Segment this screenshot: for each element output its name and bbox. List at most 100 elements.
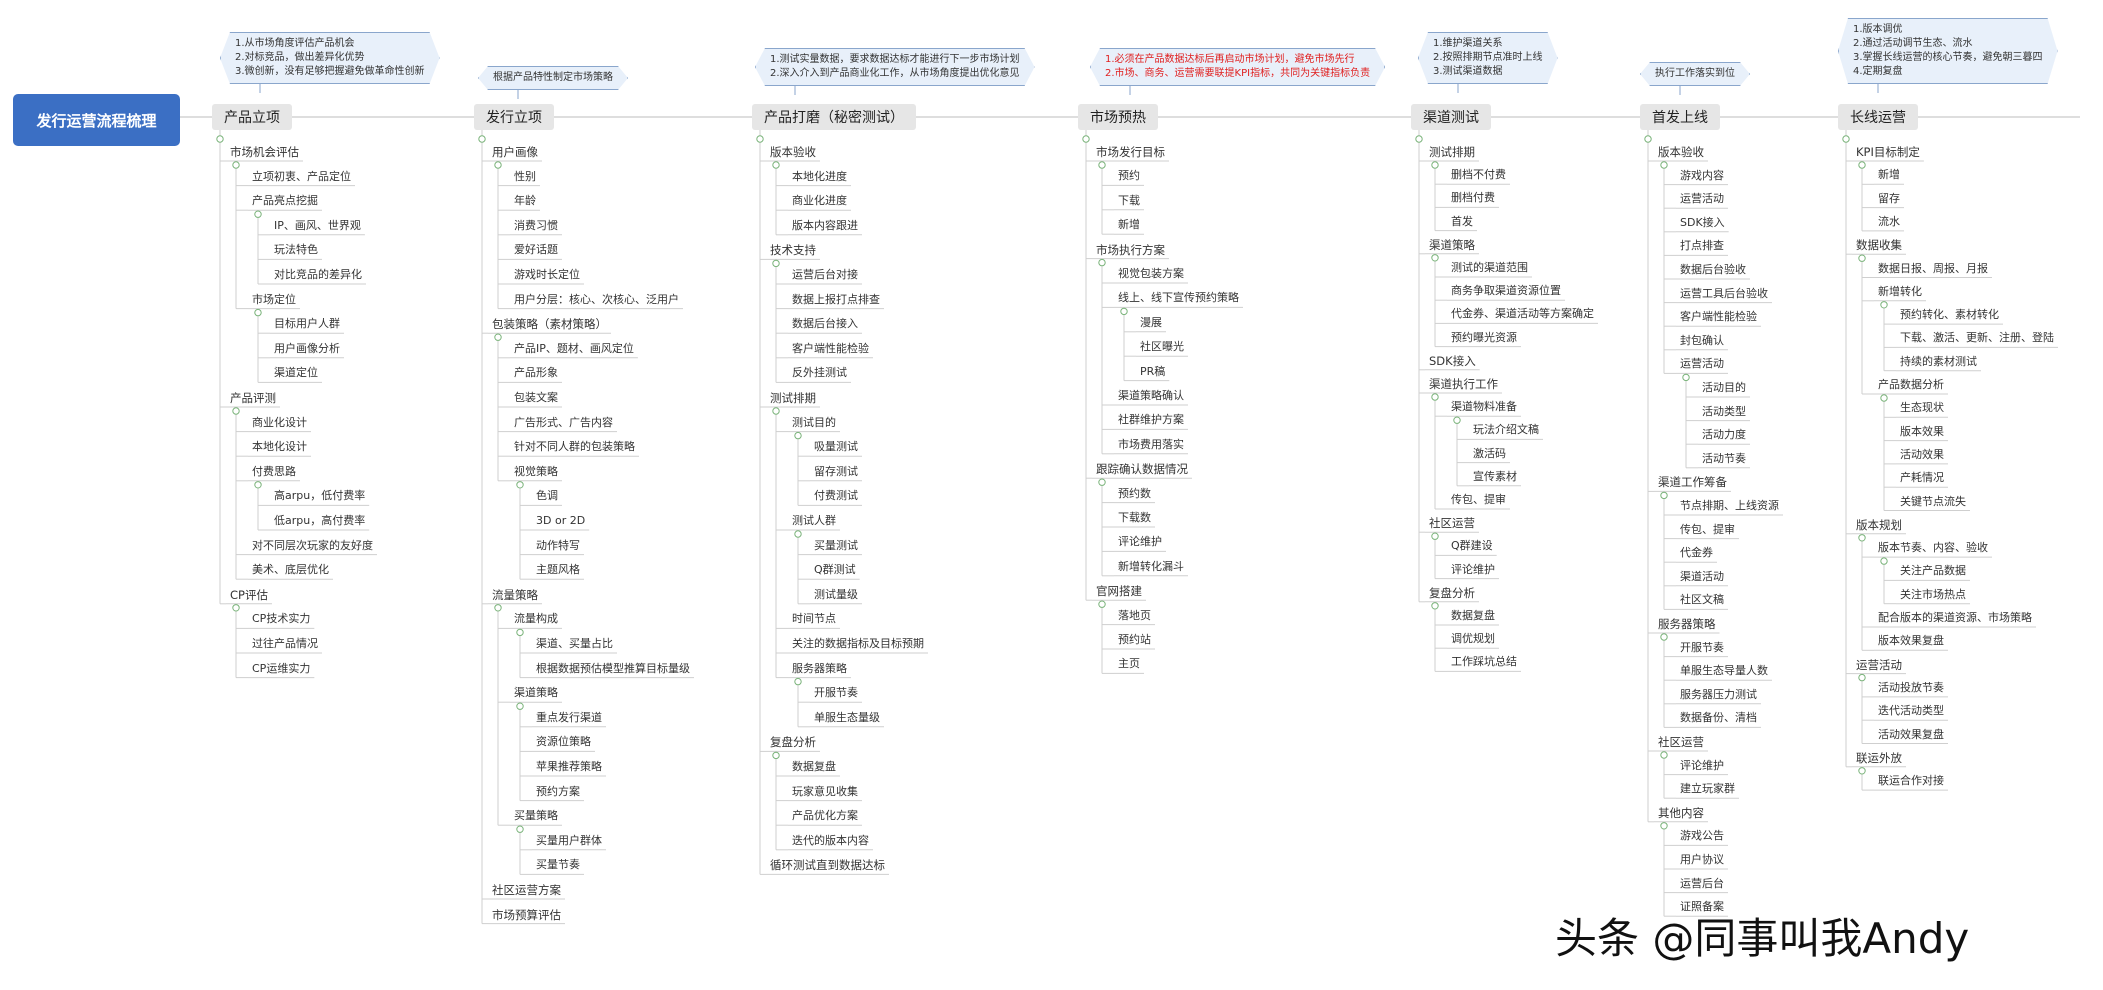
leaf-node[interactable]: 重点发行渠道	[536, 711, 602, 725]
leaf-node[interactable]: 买量测试	[814, 539, 858, 553]
leaf-node[interactable]: 市场费用落实	[1118, 438, 1184, 452]
branch-node[interactable]: 市场执行方案	[1096, 243, 1165, 257]
leaf-node[interactable]: 游戏公告	[1680, 829, 1724, 843]
leaf-node[interactable]: 数据备份、清档	[1680, 711, 1757, 725]
leaf-node[interactable]: 下载、激活、更新、注册、登陆	[1900, 331, 2054, 345]
branch-node[interactable]: 市场发行目标	[1096, 145, 1165, 159]
leaf-node[interactable]: 首发	[1451, 215, 1473, 229]
leaf-node[interactable]: 渠道活动	[1680, 570, 1724, 584]
leaf-node[interactable]: CP技术实力	[252, 612, 310, 626]
stage-1[interactable]: 产品立项	[212, 104, 292, 130]
leaf-node[interactable]: 版本效果	[1900, 425, 1944, 439]
leaf-node[interactable]: SDK接入	[1680, 216, 1725, 230]
leaf-node[interactable]: 运营后台对接	[792, 268, 858, 282]
branch-node[interactable]: CP评估	[230, 588, 268, 602]
branch-node[interactable]: 市场机会评估	[230, 145, 299, 159]
leaf-node[interactable]: 持续的素材测试	[1900, 355, 1977, 369]
leaf-node[interactable]: 工作踩坑总结	[1451, 655, 1517, 669]
leaf-node[interactable]: 预约数	[1118, 487, 1151, 501]
leaf-node[interactable]: 资源位策略	[536, 735, 591, 749]
leaf-node[interactable]: 针对不同人群的包装策略	[514, 440, 635, 454]
leaf-node[interactable]: 苹果推荐策略	[536, 760, 602, 774]
leaf-node[interactable]: 活动节奏	[1702, 452, 1746, 466]
branch-node[interactable]: 其他内容	[1658, 806, 1704, 820]
leaf-node[interactable]: 流水	[1878, 215, 1900, 229]
leaf-node[interactable]: 渠道策略确认	[1118, 389, 1184, 403]
leaf-node[interactable]: 测试量级	[814, 588, 858, 602]
leaf-node[interactable]: 线上、线下宣传预约策略	[1118, 291, 1239, 305]
leaf-node[interactable]: 配合版本的渠道资源、市场策略	[1878, 611, 2032, 625]
leaf-node[interactable]: 运营后台	[1680, 877, 1724, 891]
leaf-node[interactable]: 产品优化方案	[792, 809, 858, 823]
leaf-node[interactable]: 版本节奏、内容、验收	[1878, 541, 1988, 555]
leaf-node[interactable]: 版本内容跟进	[792, 219, 858, 233]
leaf-node[interactable]: 游戏内容	[1680, 169, 1724, 183]
leaf-node[interactable]: 活动目的	[1702, 381, 1746, 395]
leaf-node[interactable]: 运营活动	[1680, 357, 1724, 371]
leaf-node[interactable]: 对比竞品的差异化	[274, 268, 362, 282]
leaf-node[interactable]: 商业化设计	[252, 416, 307, 430]
leaf-node[interactable]: 产品亮点挖掘	[252, 194, 318, 208]
leaf-node[interactable]: 证照备案	[1680, 900, 1724, 914]
leaf-node[interactable]: 预约转化、素材转化	[1900, 308, 1999, 322]
leaf-node[interactable]: 主页	[1118, 657, 1140, 671]
leaf-node[interactable]: 关注的数据指标及目标预期	[792, 637, 924, 651]
branch-node[interactable]: 服务器策略	[1658, 617, 1716, 631]
branch-node[interactable]: 版本验收	[1658, 145, 1704, 159]
leaf-node[interactable]: 市场定位	[252, 293, 296, 307]
leaf-node[interactable]: 买量用户群体	[536, 834, 602, 848]
stage-5[interactable]: 渠道测试	[1411, 104, 1491, 130]
leaf-node[interactable]: 玩法特色	[274, 243, 318, 257]
leaf-node[interactable]: 新增	[1118, 218, 1140, 232]
branch-node[interactable]: 渠道策略	[1429, 238, 1475, 252]
branch-node[interactable]: 复盘分析	[770, 735, 816, 749]
leaf-node[interactable]: 用户分层：核心、次核心、泛用户	[514, 293, 679, 307]
leaf-node[interactable]: 3D or 2D	[536, 514, 585, 528]
leaf-node[interactable]: 关键节点流失	[1900, 495, 1966, 509]
leaf-node[interactable]: 调优规划	[1451, 632, 1495, 646]
branch-node[interactable]: 测试排期	[1429, 145, 1475, 159]
branch-node[interactable]: 版本规划	[1856, 518, 1902, 532]
leaf-node[interactable]: 删档付费	[1451, 191, 1495, 205]
leaf-node[interactable]: 美术、底层优化	[252, 563, 329, 577]
leaf-node[interactable]: 数据后台验收	[1680, 263, 1746, 277]
leaf-node[interactable]: 买量策略	[514, 809, 558, 823]
leaf-node[interactable]: 性别	[514, 170, 536, 184]
branch-node[interactable]: 社区运营	[1658, 735, 1704, 749]
branch-node[interactable]: 跟踪确认数据情况	[1096, 462, 1188, 476]
leaf-node[interactable]: 消费习惯	[514, 219, 558, 233]
leaf-node[interactable]: 评论维护	[1451, 563, 1495, 577]
leaf-node[interactable]: 广告形式、广告内容	[514, 416, 613, 430]
leaf-node[interactable]: 留存	[1878, 192, 1900, 206]
root-node[interactable]: 发行运营流程梳理	[13, 94, 180, 146]
leaf-node[interactable]: 留存测试	[814, 465, 858, 479]
leaf-node[interactable]: 服务器策略	[792, 662, 847, 676]
leaf-node[interactable]: 迭代的版本内容	[792, 834, 869, 848]
leaf-node[interactable]: 数据复盘	[792, 760, 836, 774]
leaf-node[interactable]: 产耗情况	[1900, 471, 1944, 485]
leaf-node[interactable]: 活动力度	[1702, 428, 1746, 442]
leaf-node[interactable]: 数据上报打点排查	[792, 293, 880, 307]
leaf-node[interactable]: 活动效果	[1900, 448, 1944, 462]
leaf-node[interactable]: 视觉策略	[514, 465, 558, 479]
leaf-node[interactable]: 活动类型	[1702, 405, 1746, 419]
leaf-node[interactable]: 数据后台接入	[792, 317, 858, 331]
leaf-node[interactable]: 高arpu，低付费率	[274, 489, 365, 503]
leaf-node[interactable]: 代金券、渠道活动等方案确定	[1451, 307, 1594, 321]
leaf-node[interactable]: Q群测试	[814, 563, 856, 577]
leaf-node[interactable]: 测试目的	[792, 416, 836, 430]
leaf-node[interactable]: 色调	[536, 489, 558, 503]
leaf-node[interactable]: 运营工具后台验收	[1680, 287, 1768, 301]
leaf-node[interactable]: 社区曝光	[1140, 340, 1184, 354]
leaf-node[interactable]: 用户画像分析	[274, 342, 340, 356]
leaf-node[interactable]: 渠道策略	[514, 686, 558, 700]
stage-7[interactable]: 长线运营	[1838, 104, 1918, 130]
branch-node[interactable]: 联运外放	[1856, 751, 1902, 765]
leaf-node[interactable]: 渠道定位	[274, 366, 318, 380]
branch-node[interactable]: 渠道执行工作	[1429, 377, 1498, 391]
branch-node[interactable]: 数据收集	[1856, 238, 1902, 252]
leaf-node[interactable]: 新增转化漏斗	[1118, 560, 1184, 574]
leaf-node[interactable]: 测试的渠道范围	[1451, 261, 1528, 275]
leaf-node[interactable]: 预约曝光资源	[1451, 331, 1517, 345]
leaf-node[interactable]: 客户端性能检验	[792, 342, 869, 356]
